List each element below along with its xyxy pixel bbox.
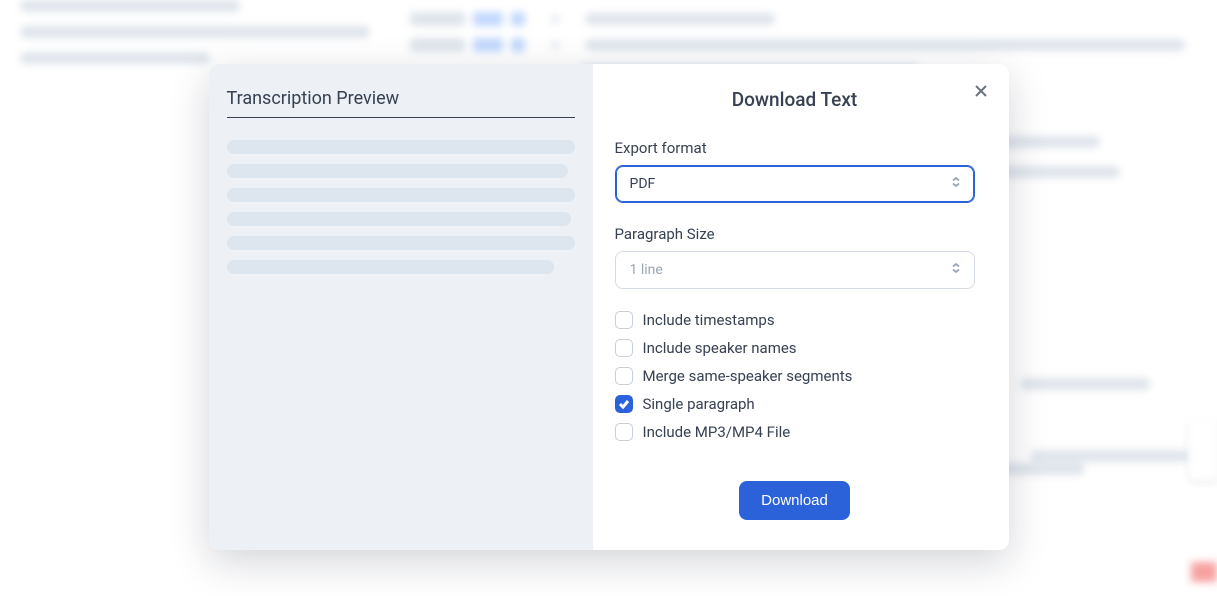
include-speaker-names-option[interactable]: Include speaker names	[615, 339, 975, 357]
preview-skeleton-line	[227, 236, 575, 250]
close-icon	[974, 84, 988, 101]
paragraph-size-label: Paragraph Size	[615, 225, 975, 243]
preview-skeleton-line	[227, 260, 554, 274]
checkbox-icon	[615, 311, 633, 329]
export-format-select[interactable]: PDF	[615, 165, 975, 203]
chevron-updown-icon	[950, 176, 962, 192]
export-format-label: Export format	[615, 139, 975, 157]
option-label: Include timestamps	[643, 311, 775, 329]
option-label: Include MP3/MP4 File	[643, 423, 791, 441]
preview-skeleton-line	[227, 212, 572, 226]
transcription-preview-pane: Transcription Preview	[209, 64, 593, 550]
close-button[interactable]	[969, 80, 993, 104]
chevron-updown-icon	[950, 262, 962, 278]
export-format-value: PDF	[630, 176, 656, 192]
modal-overlay: Transcription Preview Download Text Expo…	[0, 0, 1217, 596]
preview-skeleton-line	[227, 140, 575, 154]
include-timestamps-option[interactable]: Include timestamps	[615, 311, 975, 329]
checkbox-icon	[615, 339, 633, 357]
preview-skeleton-line	[227, 164, 568, 178]
option-label: Include speaker names	[643, 339, 797, 357]
option-label: Merge same-speaker segments	[643, 367, 853, 385]
download-text-modal: Transcription Preview Download Text Expo…	[209, 64, 1009, 550]
checkbox-icon	[615, 423, 633, 441]
modal-title: Download Text	[615, 88, 975, 111]
preview-skeleton-line	[227, 188, 575, 202]
include-media-file-option[interactable]: Include MP3/MP4 File	[615, 423, 975, 441]
single-paragraph-option[interactable]: Single paragraph	[615, 395, 975, 413]
checkbox-checked-icon	[615, 395, 633, 413]
paragraph-size-select[interactable]: 1 line	[615, 251, 975, 289]
download-button[interactable]: Download	[739, 481, 850, 520]
download-form-pane: Download Text Export format PDF Paragrap…	[593, 64, 1009, 550]
option-label: Single paragraph	[643, 395, 755, 413]
checkbox-icon	[615, 367, 633, 385]
merge-same-speaker-option[interactable]: Merge same-speaker segments	[615, 367, 975, 385]
paragraph-size-value: 1 line	[630, 262, 663, 278]
preview-title: Transcription Preview	[227, 82, 575, 118]
